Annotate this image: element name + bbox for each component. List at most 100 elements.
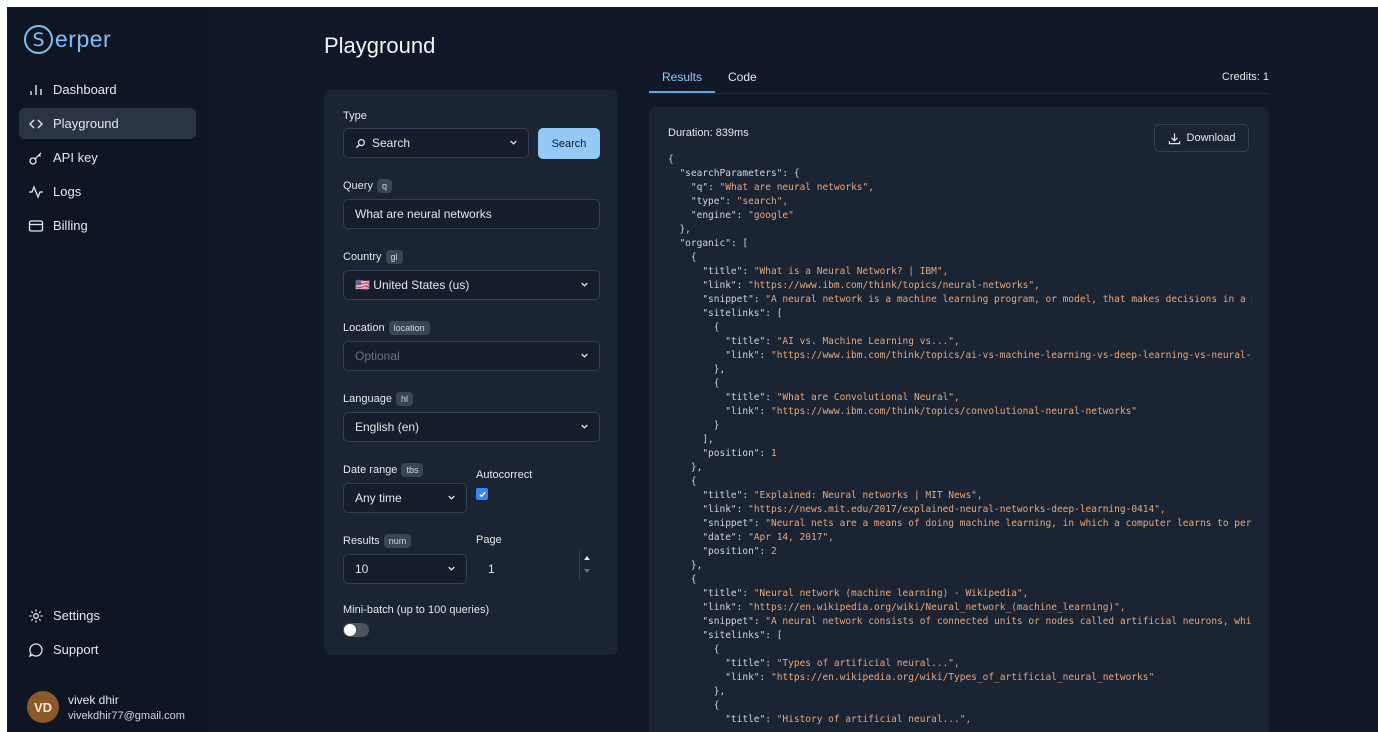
results-panel: Duration: 839ms Download { "searchParame… bbox=[649, 107, 1269, 732]
chevron-down-icon bbox=[581, 424, 588, 429]
code-line: { bbox=[668, 700, 720, 711]
sidebar-item-playground[interactable]: Playground bbox=[19, 108, 196, 139]
page-label: Page bbox=[476, 534, 502, 546]
sidebar-item-label: Billing bbox=[53, 218, 88, 233]
search-form-panel: Type Search Search Query q What are neur… bbox=[324, 90, 618, 655]
location-label: Location location bbox=[343, 321, 430, 335]
code-line: ], bbox=[668, 434, 714, 445]
autocorrect-label-text: Autocorrect bbox=[476, 469, 533, 481]
logo-circle-letter: S bbox=[24, 25, 53, 54]
code-line: { bbox=[668, 476, 697, 487]
results-count-value: 10 bbox=[355, 562, 369, 576]
code-line: "q": "What are neural networks", bbox=[690, 182, 874, 193]
code-line: "organic": [ bbox=[679, 238, 749, 249]
language-select[interactable]: English (en) bbox=[343, 412, 600, 442]
code-line: "title": "AI vs. Machine Learning vs..."… bbox=[725, 336, 960, 347]
code-line: "title": "History of artificial neural..… bbox=[725, 714, 972, 725]
search-button[interactable]: Search bbox=[538, 128, 600, 159]
query-input[interactable]: What are neural networks bbox=[343, 199, 600, 229]
activity-icon bbox=[27, 183, 45, 201]
sidebar-item-api-key[interactable]: API key bbox=[19, 142, 196, 173]
sidebar-item-label: Dashboard bbox=[53, 82, 117, 97]
sidebar-item-label: Logs bbox=[53, 184, 82, 199]
magnifier-icon bbox=[355, 138, 366, 149]
serper-logo[interactable]: S erper bbox=[24, 25, 111, 54]
code-line: "position": 1 bbox=[702, 448, 777, 459]
results-count-select[interactable]: 10 bbox=[343, 554, 467, 584]
sidebar-item-label: Settings bbox=[53, 608, 100, 623]
minibatch-toggle[interactable] bbox=[343, 623, 369, 637]
code-line: { bbox=[668, 574, 697, 585]
json-response-viewer[interactable]: { "searchParameters": { "q": "What are n… bbox=[668, 153, 1252, 727]
type-label-text: Type bbox=[343, 110, 367, 122]
code-line: "snippet": "A neural network consists of… bbox=[702, 616, 1252, 627]
location-label-text: Location bbox=[343, 322, 385, 334]
page-stepper[interactable] bbox=[579, 550, 594, 580]
results-label-text: Results bbox=[343, 535, 380, 547]
tab-results[interactable]: Results bbox=[662, 70, 702, 84]
type-value: Search bbox=[372, 136, 411, 150]
chat-bubble-icon bbox=[27, 641, 45, 659]
code-line: "snippet": "A neural network is a machin… bbox=[702, 294, 1252, 305]
country-select[interactable]: 🇺🇸 United States (us) bbox=[343, 270, 600, 300]
sidebar-nav: Dashboard Playground API key Logs Billin… bbox=[19, 74, 196, 244]
code-line: "title": "What are Convolutional Neural"… bbox=[725, 392, 960, 403]
country-label-text: Country bbox=[343, 251, 382, 263]
chevron-down-icon bbox=[581, 353, 588, 358]
code-line: }, bbox=[668, 560, 703, 571]
code-line: } bbox=[668, 420, 720, 431]
code-line: { bbox=[668, 252, 697, 263]
code-line: "position": 2 bbox=[702, 546, 777, 557]
download-icon bbox=[1168, 132, 1180, 144]
toggle-knob bbox=[344, 624, 356, 636]
code-line: "searchParameters": { bbox=[679, 168, 800, 179]
code-line: "link": "https://www.ibm.com/think/topic… bbox=[725, 406, 1138, 417]
code-line: "date": "Apr 14, 2017", bbox=[702, 532, 834, 543]
autocorrect-label: Autocorrect bbox=[476, 469, 532, 481]
active-tab-indicator bbox=[649, 91, 715, 93]
code-line: }, bbox=[668, 462, 703, 473]
sidebar-bottom-nav: Settings Support bbox=[19, 600, 196, 668]
code-line: "title": "Neural network (machine learni… bbox=[702, 588, 1029, 599]
location-select[interactable]: Optional bbox=[343, 341, 600, 371]
gear-icon bbox=[27, 607, 45, 625]
sidebar-item-logs[interactable]: Logs bbox=[19, 176, 196, 207]
user-profile[interactable]: VD vivek dhir vivekdhir77@gmail.com bbox=[27, 691, 185, 723]
type-label: Type bbox=[343, 110, 367, 122]
sidebar-item-settings[interactable]: Settings bbox=[19, 600, 196, 631]
chevron-down-icon bbox=[448, 495, 455, 500]
code-line: }, bbox=[668, 686, 726, 697]
page-number-value: 1 bbox=[488, 562, 495, 576]
avatar: VD bbox=[27, 691, 59, 723]
app-window: S erper Dashboard Playground API key Log… bbox=[7, 7, 1378, 732]
location-placeholder: Optional bbox=[355, 349, 400, 363]
minibatch-label: Mini-batch (up to 100 queries) bbox=[343, 604, 489, 616]
sidebar-item-support[interactable]: Support bbox=[19, 634, 196, 665]
code-line: "sitelinks": [ bbox=[702, 308, 783, 319]
download-label: Download bbox=[1186, 132, 1236, 144]
duration-text: Duration: 839ms bbox=[668, 127, 749, 139]
code-line: "link": "https://news.mit.edu/2017/expla… bbox=[702, 504, 1166, 515]
logo-wordmark: erper bbox=[55, 26, 112, 52]
chevron-down-icon bbox=[581, 282, 588, 287]
query-label-text: Query bbox=[343, 180, 373, 192]
date-range-select[interactable]: Any time bbox=[343, 483, 467, 513]
bar-chart-icon bbox=[27, 81, 45, 99]
code-line: { bbox=[668, 154, 674, 165]
date-range-value: Any time bbox=[355, 491, 402, 505]
code-line: "link": "https://www.ibm.com/think/topic… bbox=[725, 350, 1252, 361]
location-param-tag: location bbox=[388, 321, 430, 335]
sidebar-item-billing[interactable]: Billing bbox=[19, 210, 196, 241]
autocorrect-checkbox[interactable] bbox=[476, 488, 488, 500]
language-label-text: Language bbox=[343, 393, 392, 405]
key-icon bbox=[27, 149, 45, 167]
query-label: Query q bbox=[343, 179, 392, 193]
type-select[interactable]: Search bbox=[343, 128, 529, 158]
query-value: What are neural networks bbox=[355, 207, 492, 221]
code-line: }, bbox=[668, 224, 691, 235]
page-label-text: Page bbox=[476, 534, 502, 546]
sidebar-item-dashboard[interactable]: Dashboard bbox=[19, 74, 196, 105]
download-button[interactable]: Download bbox=[1154, 124, 1249, 152]
code-line: "title": "Explained: Neural networks | M… bbox=[702, 490, 983, 501]
tab-code[interactable]: Code bbox=[728, 70, 757, 84]
